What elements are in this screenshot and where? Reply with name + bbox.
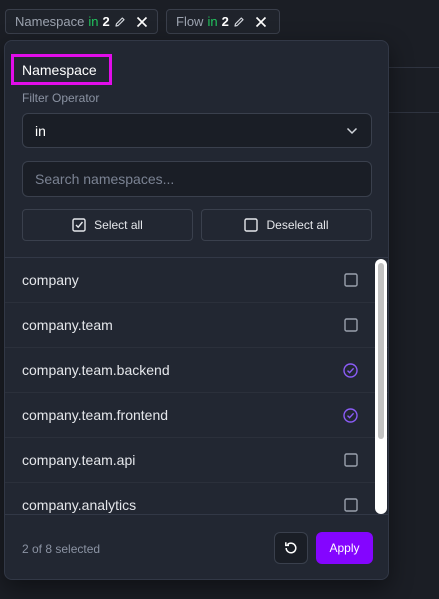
checkbox-empty-icon[interactable] [344,318,358,332]
namespace-label: company [22,272,79,288]
chip-operator: in [88,14,99,29]
circle-check-icon[interactable] [343,407,358,423]
chevron-down-icon [346,127,358,135]
filter-chip-namespace[interactable]: Namespace in 2 [5,9,158,34]
pencil-icon[interactable] [233,16,245,28]
namespace-label: company.team.backend [22,362,170,378]
checkbox-empty-icon[interactable] [344,498,358,512]
namespace-list[interactable]: company company.team company.team.backend c… [5,257,388,514]
search-input[interactable] [22,161,372,197]
list-item[interactable]: company [5,258,388,303]
filter-operator-value: in [35,122,46,139]
checkbox-empty-icon [244,218,259,232]
apply-button[interactable]: Apply [316,532,373,564]
pencil-icon[interactable] [114,16,126,28]
filter-operator-select[interactable]: in [22,113,372,148]
chip-field: Namespace [15,14,85,29]
filter-chip-flow[interactable]: Flow in 2 [166,9,280,34]
namespace-label: company.team.frontend [22,407,169,423]
select-all-button[interactable]: Select all [22,209,193,241]
background-panel [388,67,439,113]
checkbox-empty-icon[interactable] [344,273,358,287]
chip-count: 2 [221,14,229,29]
selected-count: 2 of 8 selected [22,542,101,556]
list-item[interactable]: company.team.api [5,438,388,483]
filter-operator-label: Filter Operator [22,91,100,105]
list-item[interactable]: company.team [5,303,388,348]
scrollbar-thumb[interactable] [378,263,384,439]
popover-title: Namespace [11,54,112,85]
deselect-all-label: Deselect all [266,218,329,232]
namespace-filter-popover: Namespace Filter Operator in Select all … [4,40,389,580]
namespace-label: company.team [22,317,113,333]
list-item[interactable]: company.team.frontend [5,393,388,438]
list-item[interactable]: company.analytics [5,483,388,514]
checkbox-empty-icon[interactable] [344,453,358,467]
circle-check-icon[interactable] [343,362,358,378]
reset-icon [283,540,299,556]
namespace-label: company.analytics [22,497,137,513]
chip-field: Flow [176,14,204,29]
checkbox-checked-icon [72,218,86,232]
close-icon[interactable] [255,16,267,28]
namespace-label: company.team.api [22,452,136,468]
deselect-all-button[interactable]: Deselect all [201,209,372,241]
background-divider [388,112,439,113]
list-item[interactable]: company.team.backend [5,348,388,393]
chip-operator: in [207,14,218,29]
close-icon[interactable] [136,16,148,28]
reset-button[interactable] [274,532,308,564]
select-all-label: Select all [94,218,143,232]
popover-footer: 2 of 8 selected Apply [5,514,388,579]
chip-count: 2 [102,14,110,29]
